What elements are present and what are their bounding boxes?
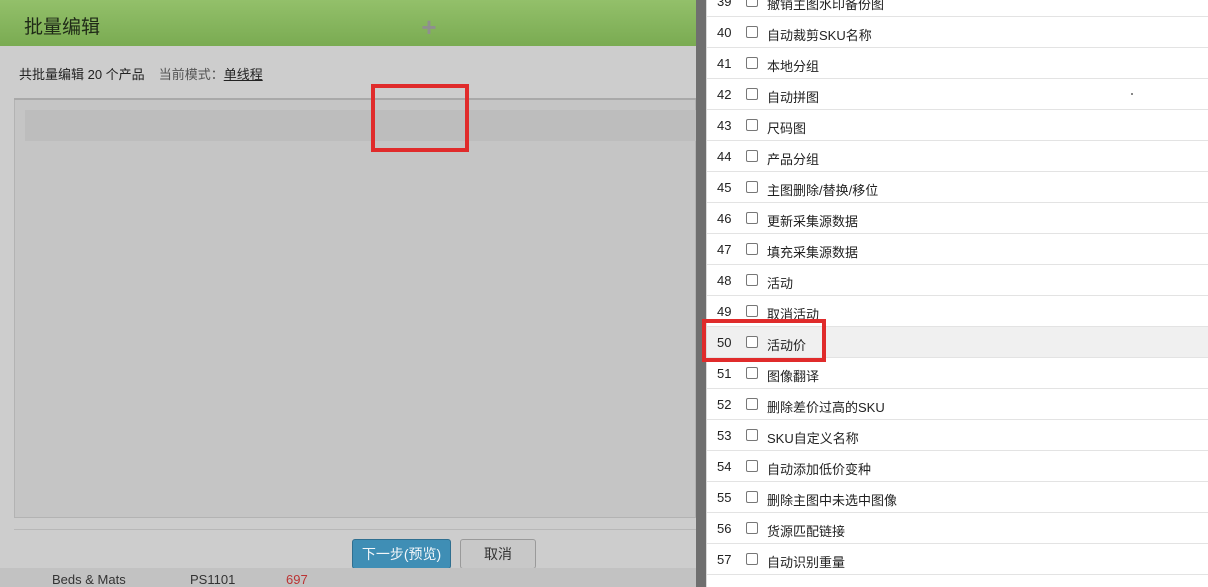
mode-label: 当前模式：	[158, 67, 224, 82]
option-checkbox[interactable]	[746, 243, 758, 255]
option-row[interactable]: 52 删除差价过高的SKU	[707, 389, 1208, 420]
option-number: 46	[717, 211, 732, 226]
option-label: 撤销主图水印备份图	[767, 0, 885, 12]
option-checkbox[interactable]	[746, 181, 758, 193]
option-row[interactable]: 57 自动识别重量	[707, 544, 1208, 575]
option-label: 填充采集源数据	[767, 245, 859, 260]
option-number: 40	[717, 25, 732, 40]
option-number: 41	[717, 56, 732, 71]
option-row[interactable]: 47 填充采集源数据	[707, 234, 1208, 265]
edit-options-list: 39 撤销主图水印备份图 40 自动裁剪SKU名称 41 本地分组 42 自动拼图 43 尺码图 4…	[706, 0, 1208, 587]
option-checkbox[interactable]	[746, 119, 758, 131]
option-number: 47	[717, 242, 732, 257]
option-label: 更新采集源数据	[767, 214, 859, 229]
option-label: 删除主图中未选中图像	[767, 493, 898, 508]
option-row[interactable]: 56 货源匹配链接	[707, 513, 1208, 544]
option-label: 自动添加低价变种	[767, 462, 872, 477]
option-row[interactable]: 45 主图删除/替换/移位	[707, 172, 1208, 203]
highlight-add-button	[371, 84, 469, 152]
option-label: 自动拼图	[767, 90, 820, 105]
footer-divider	[14, 529, 696, 530]
option-label: 主图删除/替换/移位	[767, 183, 879, 198]
option-number: 52	[717, 397, 732, 412]
option-row[interactable]: 51 图像翻译	[707, 358, 1208, 389]
edit-items-area	[14, 100, 697, 518]
option-label: 图像翻译	[767, 369, 820, 384]
option-number: 57	[717, 552, 732, 567]
option-checkbox[interactable]	[746, 460, 758, 472]
next-preview-button[interactable]: 下一步(预览)	[352, 539, 451, 569]
option-checkbox[interactable]	[746, 367, 758, 379]
option-checkbox[interactable]	[746, 305, 758, 317]
option-number: 56	[717, 521, 732, 536]
option-row[interactable]: 39 撤销主图水印备份图	[707, 0, 1208, 17]
option-checkbox[interactable]	[746, 26, 758, 38]
background-code: PS1101	[190, 572, 236, 587]
option-number: 53	[717, 428, 732, 443]
option-row[interactable]: 40 自动裁剪SKU名称	[707, 17, 1208, 48]
option-number: 55	[717, 490, 732, 505]
option-checkbox[interactable]	[746, 274, 758, 286]
option-number: 48	[717, 273, 732, 288]
option-row[interactable]: 46 更新采集源数据	[707, 203, 1208, 234]
option-row[interactable]: 53 SKU自定义名称	[707, 420, 1208, 451]
option-number: 39	[717, 0, 732, 9]
option-label: 自动裁剪SKU名称	[767, 28, 872, 43]
option-label: 产品分组	[767, 152, 820, 167]
option-label: 尺码图	[767, 121, 807, 136]
option-checkbox[interactable]	[746, 398, 758, 410]
mode-link[interactable]: 单线程	[224, 67, 263, 82]
option-label: 本地分组	[767, 59, 820, 74]
add-item-row	[25, 110, 697, 141]
option-number: 42	[717, 87, 732, 102]
background-table-row: Beds & Mats PS1101 697	[0, 568, 696, 587]
background-count: 697	[286, 572, 308, 587]
option-row[interactable]: 55 删除主图中未选中图像	[707, 482, 1208, 513]
option-checkbox[interactable]	[746, 522, 758, 534]
option-checkbox[interactable]	[746, 0, 758, 7]
dialog-header: 批量编辑	[0, 0, 696, 46]
option-checkbox[interactable]	[746, 429, 758, 441]
option-row[interactable]: 41 本地分组	[707, 48, 1208, 79]
option-checkbox[interactable]	[746, 491, 758, 503]
option-checkbox[interactable]	[746, 553, 758, 565]
option-row[interactable]: 54 自动添加低价变种	[707, 451, 1208, 482]
option-checkbox[interactable]	[746, 212, 758, 224]
option-number: 43	[717, 118, 732, 133]
option-number: 51	[717, 366, 732, 381]
dialog-title: 批量编辑	[24, 17, 101, 38]
batch-edit-dialog: 批量编辑 共批量编辑 20 个产品 当前模式：单线程 + 下一步(预览) 取消	[0, 0, 697, 569]
highlight-option-50	[702, 319, 826, 362]
product-count-text: 共批量编辑 20 个产品	[19, 67, 145, 82]
option-label: 活动	[767, 276, 794, 291]
stray-dot	[1131, 93, 1133, 95]
option-checkbox[interactable]	[746, 88, 758, 100]
option-checkbox[interactable]	[746, 57, 758, 69]
background-category: Beds & Mats	[52, 572, 126, 587]
screen: 批量编辑 共批量编辑 20 个产品 当前模式：单线程 + 下一步(预览) 取消 B…	[0, 0, 1208, 587]
option-row[interactable]: 44 产品分组	[707, 141, 1208, 172]
option-row[interactable]: 43 尺码图	[707, 110, 1208, 141]
plus-icon[interactable]: +	[418, 14, 440, 40]
edit-summary: 共批量编辑 20 个产品 当前模式：单线程	[19, 64, 263, 83]
option-number: 54	[717, 459, 732, 474]
option-number: 44	[717, 149, 732, 164]
option-number: 49	[717, 304, 732, 319]
option-checkbox[interactable]	[746, 150, 758, 162]
cancel-button[interactable]: 取消	[460, 539, 536, 569]
option-label: 删除差价过高的SKU	[767, 400, 885, 415]
option-label: SKU自定义名称	[767, 431, 859, 446]
option-label: 自动识别重量	[767, 555, 846, 570]
option-number: 45	[717, 180, 732, 195]
option-label: 货源匹配链接	[767, 524, 846, 539]
option-row[interactable]: 48 活动	[707, 265, 1208, 296]
panel-gap	[696, 0, 706, 587]
